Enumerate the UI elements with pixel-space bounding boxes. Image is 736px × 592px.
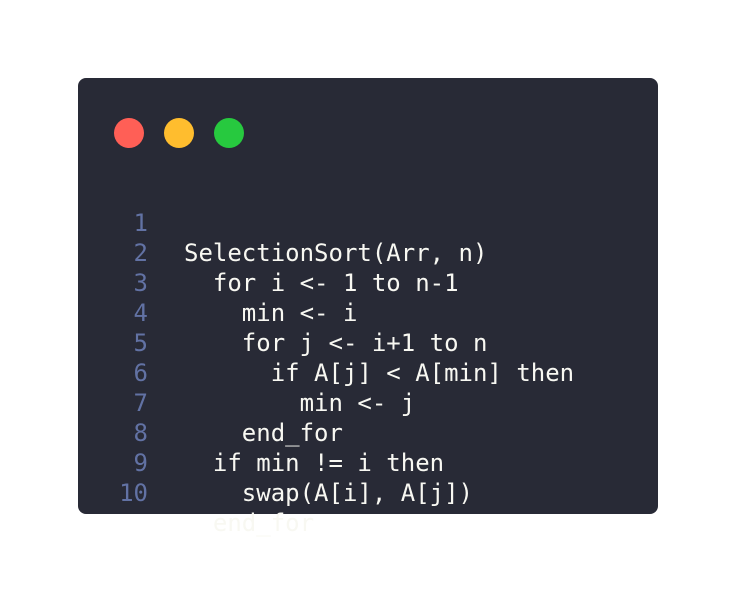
code-line: 2 for i <- 1 to n-1 xyxy=(78,208,658,297)
line-number: 10 xyxy=(119,479,148,507)
code-line: 3 min <- i xyxy=(78,238,658,327)
zoom-dot-icon[interactable] xyxy=(214,118,244,148)
code-line: 1 SelectionSort(Arr, n) xyxy=(78,178,658,267)
code-block: 1 SelectionSort(Arr, n) 2 for i <- 1 to … xyxy=(78,178,658,537)
code-line: 8 if min != i then xyxy=(78,388,658,477)
code-line: 10 end_for xyxy=(78,448,658,537)
code-line: 4 for j <- i+1 to n xyxy=(78,268,658,357)
code-text: swap(A[i], A[j]) xyxy=(184,479,473,507)
code-text: end_for xyxy=(184,509,315,537)
code-line: 7 end_for xyxy=(78,358,658,447)
code-window: 1 SelectionSort(Arr, n) 2 for i <- 1 to … xyxy=(78,78,658,537)
code-line: 9 swap(A[i], A[j]) xyxy=(78,418,658,507)
close-dot-icon[interactable] xyxy=(114,118,144,148)
code-line: 6 min <- j xyxy=(78,328,658,417)
minimize-dot-icon[interactable] xyxy=(164,118,194,148)
code-line: 5 if A[j] < A[min] then xyxy=(78,298,658,387)
